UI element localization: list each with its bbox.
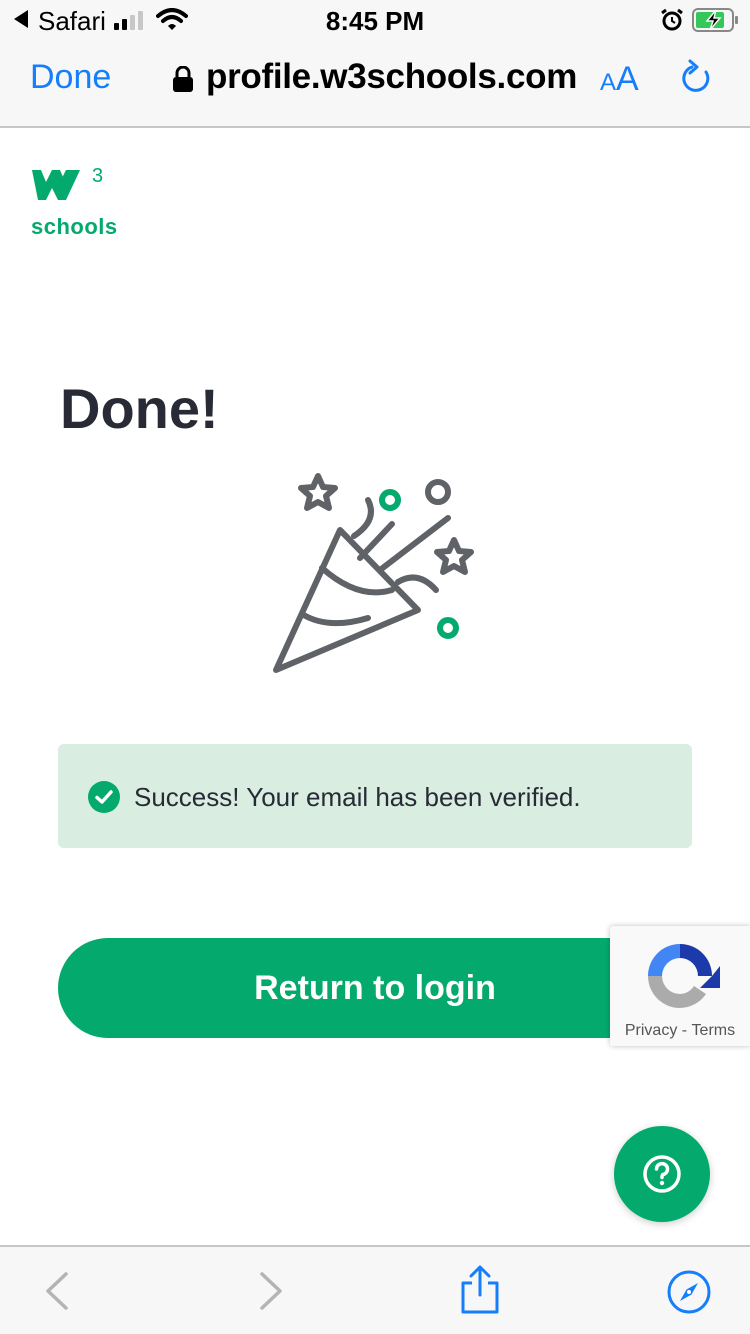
- forward-arrow-icon[interactable]: [258, 1271, 284, 1311]
- party-popper-icon: [273, 473, 474, 673]
- help-button[interactable]: [614, 1126, 710, 1222]
- recaptcha-badge[interactable]: Privacy - Terms: [610, 926, 750, 1046]
- recaptcha-icon: [648, 944, 720, 1008]
- page-title: Done!: [60, 377, 219, 440]
- browser-toolbar: [0, 1245, 750, 1334]
- recaptcha-terms-link[interactable]: Terms: [692, 1022, 736, 1040]
- reload-icon[interactable]: [678, 58, 714, 98]
- url-domain[interactable]: profile.w3schools.com: [206, 57, 577, 97]
- done-button[interactable]: Done: [30, 58, 111, 97]
- success-alert: Success! Your email has been verified.: [58, 744, 692, 848]
- return-to-login-button[interactable]: Return to login: [58, 938, 692, 1038]
- browser-url-bar: Done profile.w3schools.com AA: [0, 40, 750, 128]
- logo-wordmark: schools: [31, 214, 118, 239]
- clock: 8:45 PM: [325, 6, 425, 36]
- svg-text:3: 3: [92, 165, 103, 187]
- recaptcha-separator: -: [677, 1022, 692, 1039]
- check-circle-icon: [88, 781, 120, 813]
- share-icon[interactable]: [458, 1265, 502, 1315]
- status-bar: Safari 8:45 PM: [0, 0, 750, 40]
- compass-icon[interactable]: [666, 1269, 712, 1315]
- text-size-small-glyph: A: [600, 69, 617, 96]
- text-size-button[interactable]: AA: [600, 60, 639, 99]
- alarm-icon: [661, 8, 683, 31]
- back-arrow-icon[interactable]: [44, 1271, 70, 1311]
- recaptcha-privacy-link[interactable]: Privacy: [625, 1022, 677, 1040]
- recaptcha-links: Privacy - Terms: [610, 1022, 750, 1040]
- question-icon: [643, 1155, 681, 1193]
- text-size-big-glyph: A: [616, 60, 639, 98]
- alert-message: Success! Your email has been verified.: [134, 782, 581, 812]
- lock-icon: [173, 66, 193, 92]
- battery-charging-icon: [692, 8, 738, 32]
